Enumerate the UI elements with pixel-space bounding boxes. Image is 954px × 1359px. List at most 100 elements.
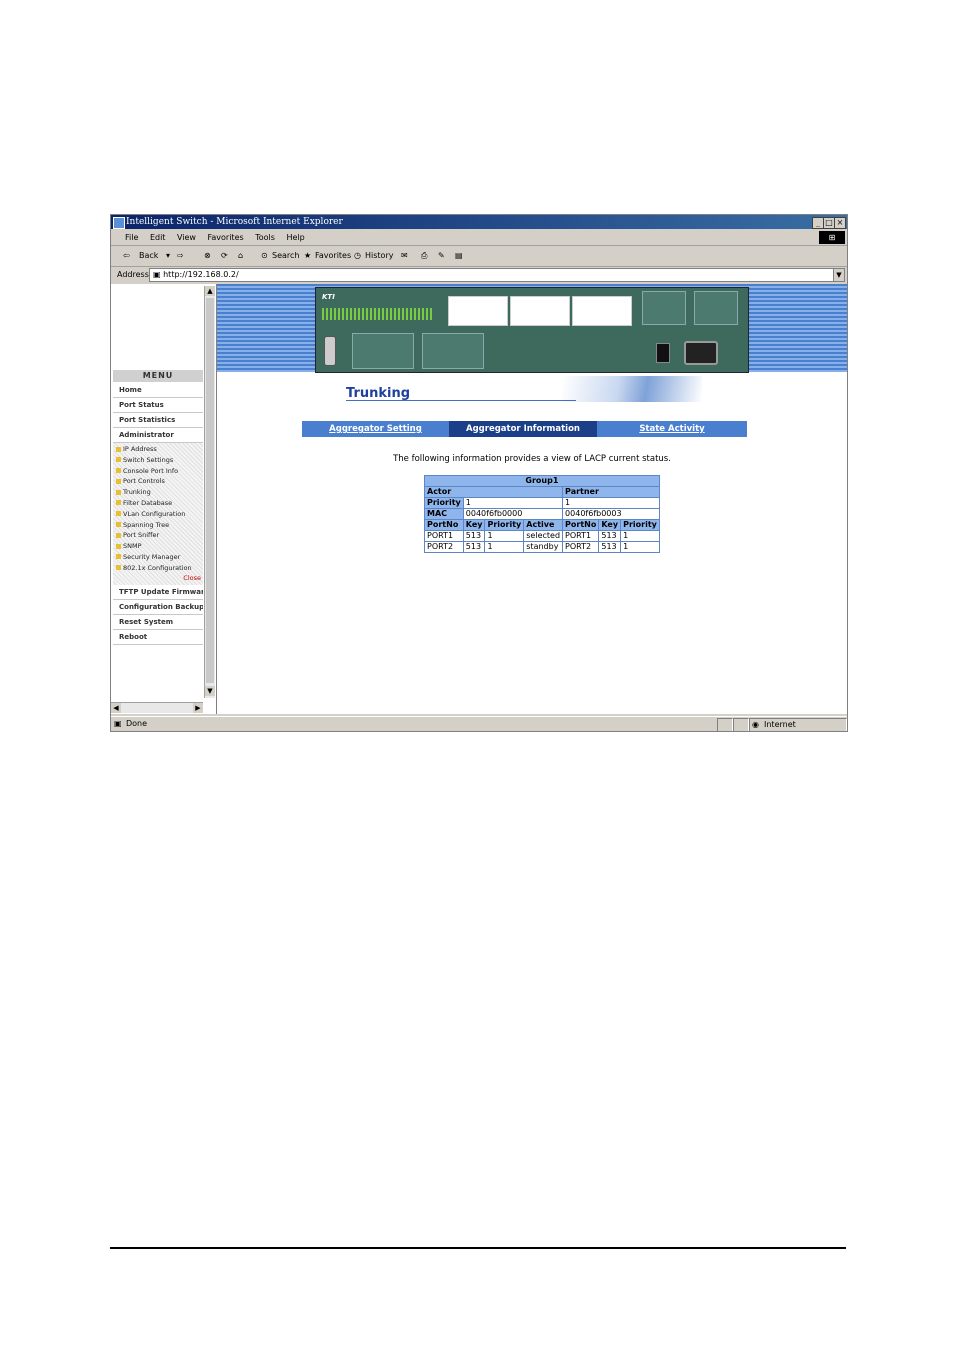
actor-header: Actor	[423, 486, 564, 498]
title-bar: Intelligent Switch - Microsoft Internet …	[111, 215, 847, 229]
window-title: Intelligent Switch - Microsoft Internet …	[126, 217, 343, 227]
menu-edit[interactable]: Edit	[150, 230, 166, 245]
tab-aggregator-information[interactable]: Aggregator Information	[449, 421, 597, 437]
mail-icon[interactable]: ✉	[401, 246, 408, 266]
administrator-submenu: IP Address Switch Settings Console Port …	[113, 443, 203, 585]
favorites-button[interactable]: Favorites	[315, 246, 351, 266]
sidebar-item-port-status[interactable]: Port Status	[113, 398, 203, 413]
sidebar-subitem-switch-settings[interactable]: Switch Settings	[113, 455, 203, 466]
table-row: PORT1 513 1 selected PORT1 513 1	[424, 530, 660, 542]
favorites-icon[interactable]: ★	[304, 246, 311, 266]
scroll-thumb[interactable]	[206, 298, 214, 683]
table-cell: 513	[462, 541, 486, 553]
refresh-icon[interactable]: ⟳	[221, 246, 228, 266]
port-group-1	[448, 296, 508, 326]
bullet-icon	[116, 468, 121, 474]
sidebar-item-port-statistics[interactable]: Port Statistics	[113, 413, 203, 428]
edit-icon[interactable]: ✎	[438, 246, 445, 266]
sidebar-subitem-snmp[interactable]: SNMP	[113, 541, 203, 552]
table-cell: standby	[523, 541, 564, 553]
subitem-label: SNMP	[123, 542, 142, 551]
tab-state-activity[interactable]: State Activity	[597, 421, 747, 437]
sidebar-subitem-port-sniffer[interactable]: Port Sniffer	[113, 530, 203, 541]
back-dropdown-icon[interactable]: ▾	[166, 246, 170, 266]
subitem-label: Spanning Tree	[123, 520, 170, 529]
home-icon[interactable]: ⌂	[238, 246, 243, 266]
page-title: Trunking	[346, 386, 411, 401]
col-header: PortNo	[424, 519, 464, 531]
back-arrow-icon[interactable]: ⇦	[123, 246, 130, 266]
switch-panel-image: KTI	[315, 287, 749, 373]
status-pane	[717, 718, 733, 731]
sidebar-item-administrator[interactable]: Administrator	[113, 428, 203, 443]
scroll-up-icon[interactable]: ▲	[205, 286, 215, 296]
sidebar-subitem-8021x-configuration[interactable]: 802.1x Configuration	[113, 563, 203, 574]
close-submenu-link[interactable]: Close	[113, 574, 203, 583]
search-icon[interactable]: ⊙	[261, 246, 268, 266]
address-dropdown-icon[interactable]: ▼	[833, 268, 845, 282]
expansion-slot-1	[352, 333, 414, 369]
sidebar-subitem-vlan-configuration[interactable]: VLan Configuration	[113, 509, 203, 520]
sidebar-item-reboot[interactable]: Reboot	[113, 630, 203, 645]
address-label: Address	[117, 270, 149, 279]
table-cell: 513	[598, 530, 622, 542]
subitem-label: Console Port Info	[123, 466, 179, 475]
led-indicators	[322, 308, 432, 320]
sidebar-frame: MENU Home Port Status Port Statistics Ad…	[111, 284, 217, 714]
bullet-icon	[116, 500, 121, 506]
menu-favorites[interactable]: Favorites	[208, 230, 244, 245]
port-group-2	[510, 296, 570, 326]
sidebar-horizontal-scrollbar[interactable]: ◀ ▶	[111, 702, 203, 713]
partner-mac-value: 0040f6fb0003	[562, 508, 660, 520]
sidebar-subitem-ip-address[interactable]: IP Address	[113, 444, 203, 455]
sidebar-subitem-console-port-info[interactable]: Console Port Info	[113, 466, 203, 477]
table-cell: 1	[484, 530, 525, 542]
history-button[interactable]: History	[365, 246, 393, 266]
menu-file[interactable]: File	[125, 230, 138, 245]
scroll-down-icon[interactable]: ▼	[205, 686, 215, 696]
heading-graphic	[562, 376, 702, 402]
stop-icon[interactable]: ⊗	[204, 246, 211, 266]
sidebar-subitem-trunking[interactable]: Trunking	[113, 487, 203, 498]
table-row: PORT2 513 1 standby PORT2 513 1	[424, 541, 660, 553]
menu-help[interactable]: Help	[286, 230, 304, 245]
intro-text: The following information provides a vie…	[393, 454, 671, 464]
back-button[interactable]: Back	[139, 246, 158, 266]
sidebar-menu: Home Port Status Port Statistics Adminis…	[113, 383, 203, 645]
search-button[interactable]: Search	[272, 246, 299, 266]
sidebar-vertical-scrollbar[interactable]: ▲ ▼	[204, 286, 215, 698]
discuss-icon[interactable]: ▤	[455, 246, 463, 266]
sidebar-subitem-security-manager[interactable]: Security Manager	[113, 552, 203, 563]
sidebar-item-tftp-update-firmware[interactable]: TFTP Update Firmware	[113, 585, 203, 600]
table-cell: PORT1	[424, 530, 464, 542]
menu-view[interactable]: View	[177, 230, 196, 245]
bullet-icon	[116, 511, 121, 517]
sidebar-item-configuration-backup[interactable]: Configuration Backup	[113, 600, 203, 615]
subitem-label: 802.1x Configuration	[123, 563, 192, 572]
col-header: Key	[598, 519, 622, 531]
tab-aggregator-setting[interactable]: Aggregator Setting	[302, 421, 449, 437]
bullet-icon	[116, 478, 121, 484]
sidebar-subitem-spanning-tree[interactable]: Spanning Tree	[113, 520, 203, 531]
forward-arrow-icon[interactable]: ⇨	[177, 246, 184, 266]
scroll-right-icon[interactable]: ▶	[193, 703, 203, 713]
print-icon[interactable]: ⎙	[421, 246, 427, 266]
close-button[interactable]: ×	[834, 217, 846, 229]
bullet-icon	[116, 457, 121, 463]
col-header: PortNo	[562, 519, 600, 531]
subitem-label: VLan Configuration	[123, 509, 186, 518]
history-icon[interactable]: ◷	[354, 246, 361, 266]
sidebar-item-home[interactable]: Home	[113, 383, 203, 398]
page-done-icon: ▣	[114, 719, 122, 728]
zone-text: Internet	[764, 720, 796, 729]
sidebar-item-reset-system[interactable]: Reset System	[113, 615, 203, 630]
table-cell: 1	[620, 541, 660, 553]
sidebar-subitem-filter-database[interactable]: Filter Database	[113, 498, 203, 509]
menu-tools[interactable]: Tools	[255, 230, 275, 245]
scroll-left-icon[interactable]: ◀	[111, 703, 121, 713]
address-url: http://192.168.0.2/	[163, 270, 239, 279]
main-frame: KTI Trunking Aggregator Setting Aggregat…	[217, 284, 847, 714]
subitem-label: Security Manager	[123, 552, 181, 561]
sidebar-subitem-port-controls[interactable]: Port Controls	[113, 476, 203, 487]
address-input[interactable]: ▣ http://192.168.0.2/	[149, 268, 835, 282]
